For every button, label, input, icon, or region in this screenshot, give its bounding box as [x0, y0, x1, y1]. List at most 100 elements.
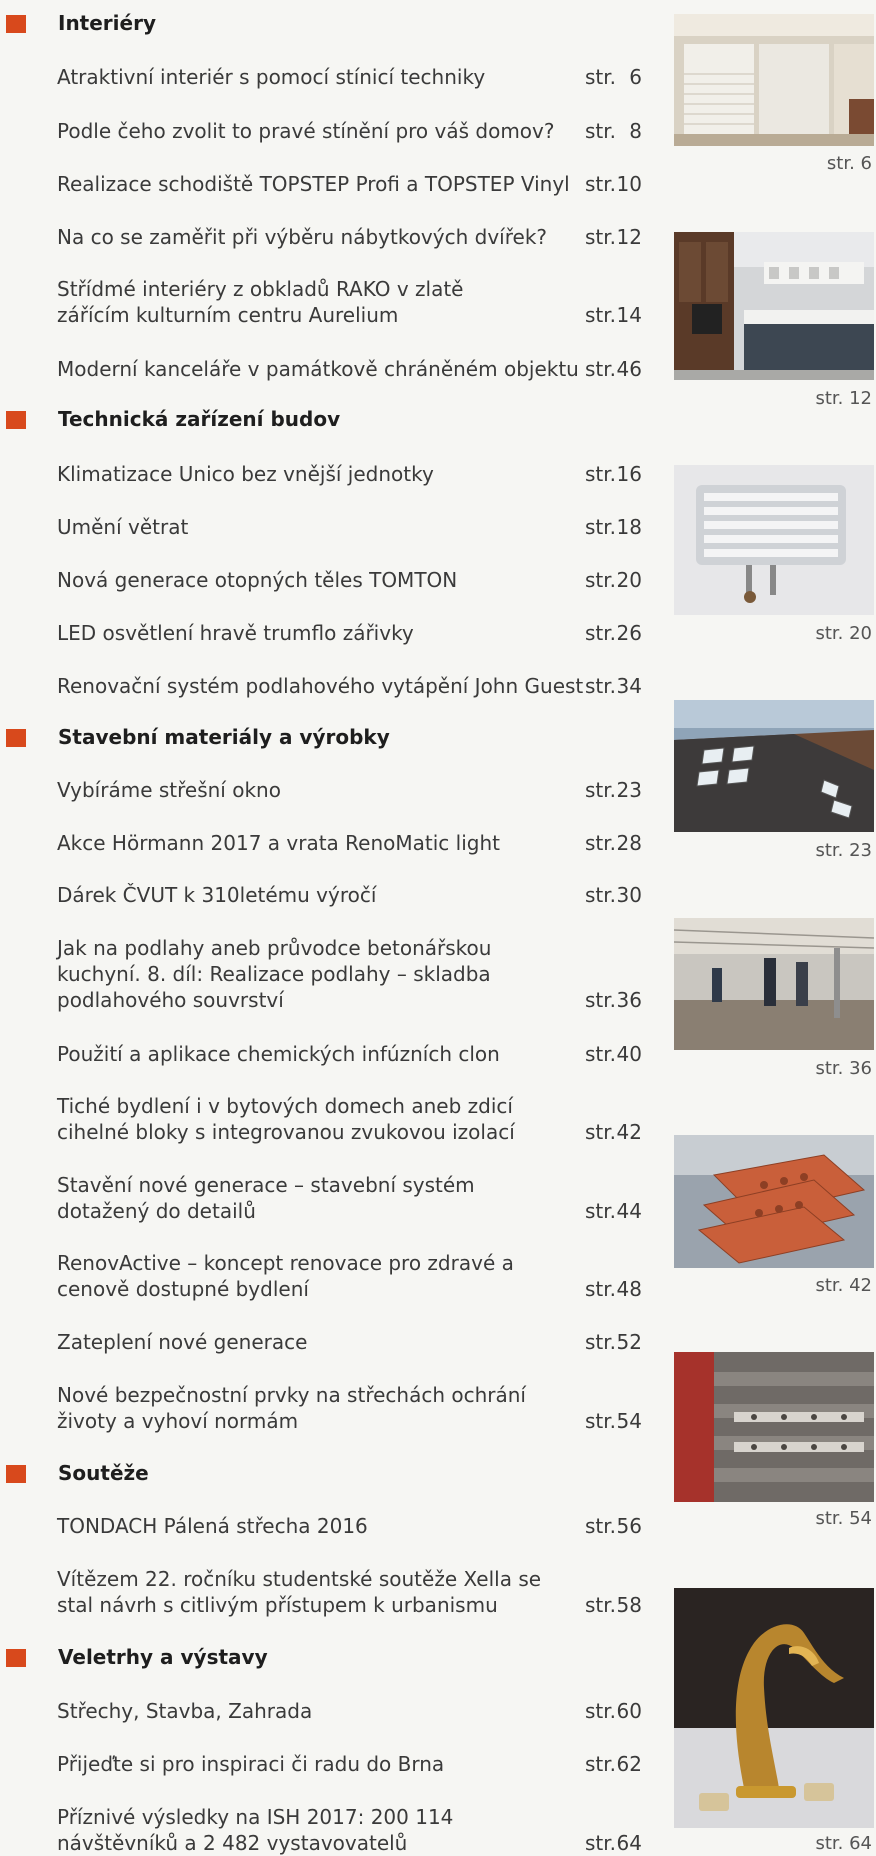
- toc-entry[interactable]: Nové bezpečnostní prvky na střechách och…: [0, 1382, 660, 1434]
- clay-bricks-photo: [674, 1135, 874, 1268]
- entry-title: TONDACH Pálená střecha 2016: [57, 1514, 368, 1538]
- toc-entry[interactable]: Na co se zaměřit při výběru nábytkových …: [0, 224, 660, 250]
- page-label: str.: [585, 1593, 617, 1617]
- page-number: 46: [616, 357, 642, 381]
- toc-entry[interactable]: Vítězem 22. ročníku studentské soutěže X…: [0, 1566, 660, 1618]
- page-label: str.: [585, 303, 617, 327]
- entry-title: Dárek ČVUT k 310letému výročí: [57, 883, 377, 907]
- section-marker: [6, 1649, 26, 1667]
- page-label: str.: [585, 778, 617, 802]
- toc-entry[interactable]: Střechy, Stavba, Zahrada str. 60: [0, 1698, 660, 1724]
- toc-entry[interactable]: Realizace schodiště TOPSTEP Profi a TOPS…: [0, 171, 660, 197]
- page-label: str.: [585, 1042, 617, 1066]
- page-label: str.: [585, 1409, 617, 1433]
- toc-entry[interactable]: Přijeďte si pro inspiraci či radu do Brn…: [0, 1751, 660, 1777]
- section-heading: Interiéry: [0, 6, 680, 40]
- page-number: 36: [616, 988, 642, 1012]
- entry-title: Stavění nové generace – stavební systém …: [57, 1173, 475, 1223]
- toc-entry[interactable]: Jak na podlahy aneb průvodce betonářskou…: [0, 935, 660, 1013]
- entry-title: Vybíráme střešní okno: [57, 778, 281, 802]
- entry-title: Vítězem 22. ročníku studentské soutěže X…: [57, 1567, 542, 1617]
- entry-title: LED osvětlení hravě trumflo zářivky: [57, 621, 414, 645]
- toc-entry[interactable]: Nová generace otopných těles TOMTON str.…: [0, 567, 660, 593]
- page-label: str.: [585, 1831, 617, 1855]
- thumbnail-caption: str. 23: [815, 840, 872, 861]
- golden-swan-faucet-photo: [674, 1588, 874, 1828]
- toc-entry[interactable]: Stavění nové generace – stavební systém …: [0, 1172, 660, 1224]
- toc-entry[interactable]: Použití a aplikace chemických infúzních …: [0, 1041, 660, 1067]
- thumbnail-caption: str. 20: [815, 623, 872, 644]
- table-of-contents: Interiéry Atraktivní interiér s pomocí s…: [0, 0, 876, 1855]
- section-title: Stavební materiály a výrobky: [58, 725, 390, 749]
- toc-entry[interactable]: Podle čeho zvolit to pravé stínění pro v…: [0, 118, 660, 144]
- entry-title: Atraktivní interiér s pomocí stínicí tec…: [57, 65, 486, 89]
- page-label: str.: [585, 119, 617, 143]
- section-heading: Stavební materiály a výrobky: [0, 720, 680, 754]
- toc-entry[interactable]: Tiché bydlení i v bytových domech aneb z…: [0, 1093, 660, 1145]
- page-label: str.: [585, 462, 617, 486]
- section-heading: Technická zařízení budov: [0, 402, 680, 436]
- page-label: str.: [585, 1120, 617, 1144]
- toc-entry[interactable]: Renovační systém podlahového vytápění Jo…: [0, 673, 660, 699]
- entry-title: RenovActive – koncept renovace pro zdrav…: [57, 1251, 514, 1301]
- entry-title: Akce Hörmann 2017 a vrata RenoMatic ligh…: [57, 831, 500, 855]
- page-label: str.: [585, 1277, 617, 1301]
- page-number: 14: [616, 303, 642, 327]
- thumbnail-caption: str. 42: [815, 1275, 872, 1296]
- toc-entry[interactable]: Dárek ČVUT k 310letému výročí str. 30: [0, 882, 660, 908]
- page-number: 8: [629, 119, 642, 143]
- toc-entry[interactable]: Vybíráme střešní okno str. 23: [0, 777, 660, 803]
- roof-safety-photo: [674, 1352, 874, 1502]
- radiator-photo: [674, 465, 874, 615]
- entry-title: Přijeďte si pro inspiraci či radu do Brn…: [57, 1752, 445, 1776]
- page-label: str.: [585, 1699, 617, 1723]
- section-title: Veletrhy a výstavy: [58, 1645, 268, 1669]
- page-number: 62: [616, 1752, 642, 1776]
- entry-title: Použití a aplikace chemických infúzních …: [57, 1042, 500, 1066]
- concrete-floor-photo: [674, 918, 874, 1050]
- page-label: str.: [585, 1199, 617, 1223]
- page-label: str.: [585, 1514, 617, 1538]
- section-heading: Soutěže: [0, 1456, 680, 1490]
- toc-entry[interactable]: RenovActive – koncept renovace pro zdrav…: [0, 1250, 660, 1302]
- section-marker: [6, 729, 26, 747]
- thumbnail-caption: str. 12: [815, 388, 872, 409]
- page-label: str.: [585, 674, 617, 698]
- thumbnail-caption: str. 54: [815, 1508, 872, 1529]
- page-label: str.: [585, 225, 617, 249]
- entry-title: Renovační systém podlahového vytápění Jo…: [57, 674, 584, 698]
- toc-entry[interactable]: Klimatizace Unico bez vnější jednotky st…: [0, 461, 660, 487]
- page-number: 28: [616, 831, 642, 855]
- page-number: 23: [616, 778, 642, 802]
- page-number: 40: [616, 1042, 642, 1066]
- section-title: Soutěže: [58, 1461, 149, 1485]
- page-label: str.: [585, 515, 617, 539]
- toc-entry[interactable]: TONDACH Pálená střecha 2016 str. 56: [0, 1513, 660, 1539]
- page-number: 56: [616, 1514, 642, 1538]
- toc-entry[interactable]: Atraktivní interiér s pomocí stínicí tec…: [0, 64, 660, 90]
- page-label: str.: [585, 1330, 617, 1354]
- toc-entry[interactable]: Příznivé výsledky na ISH 2017: 200 114 n…: [0, 1804, 660, 1856]
- entry-title: Moderní kanceláře v památkově chráněném …: [57, 357, 579, 381]
- page-number: 54: [616, 1409, 642, 1433]
- toc-entry[interactable]: Umění větrat str. 18: [0, 514, 660, 540]
- section-marker: [6, 15, 26, 33]
- toc-entry[interactable]: Zateplení nové generace str. 52: [0, 1329, 660, 1355]
- kitchen-cabinet-photo: [674, 232, 874, 380]
- page-number: 52: [616, 1330, 642, 1354]
- toc-entry[interactable]: Moderní kanceláře v památkově chráněném …: [0, 356, 660, 382]
- page-number: 64: [616, 1831, 642, 1855]
- thumbnail-caption: str. 6: [826, 153, 872, 174]
- page-label: str.: [585, 831, 617, 855]
- section-title: Technická zařízení budov: [58, 407, 341, 431]
- toc-entry[interactable]: Střídmé interiéry z obkladů RAKO v zlatě…: [0, 276, 660, 328]
- entry-title: Jak na podlahy aneb průvodce betonářskou…: [57, 936, 492, 1012]
- toc-entry[interactable]: Akce Hörmann 2017 a vrata RenoMatic ligh…: [0, 830, 660, 856]
- page-number: 6: [629, 65, 642, 89]
- thumbnail-caption: str. 36: [815, 1058, 872, 1079]
- page-number: 12: [616, 225, 642, 249]
- page-label: str.: [585, 621, 617, 645]
- section-marker: [6, 1465, 26, 1483]
- toc-entry[interactable]: LED osvětlení hravě trumflo zářivky str.…: [0, 620, 660, 646]
- entry-title: Tiché bydlení i v bytových domech aneb z…: [57, 1094, 515, 1144]
